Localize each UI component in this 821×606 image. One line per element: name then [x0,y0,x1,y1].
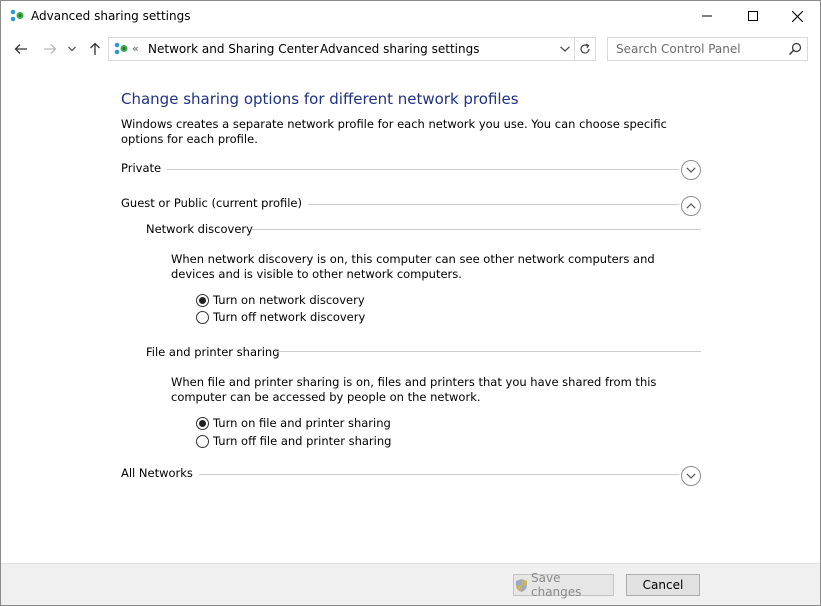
network-sharing-icon [9,8,25,24]
radio-button[interactable] [196,310,209,324]
footer-bar: Save changes Cancel [1,563,820,605]
arrow-right-icon [44,44,57,54]
recent-locations-button[interactable] [64,38,80,60]
page-title: Change sharing options for different net… [121,90,519,108]
search-input[interactable]: Search Control Panel [607,37,808,61]
file-sharing-title: File and printer sharing [146,345,286,359]
page-description: Windows creates a separate network profi… [121,117,667,146]
profile-guest-public-section[interactable]: Guest or Public (current profile) [121,196,701,218]
chevron-up-icon [686,203,696,209]
chevron-down-icon [560,46,570,52]
maximize-button[interactable] [730,1,776,31]
chevron-down-icon [686,167,696,173]
address-bar[interactable]: « Network and Sharing Center › Advanced … [108,37,575,61]
maximize-icon [748,11,758,21]
chevron-down-icon [686,473,696,479]
expand-private-button[interactable] [681,160,701,180]
radio-label[interactable]: Turn on file and printer sharing [213,416,391,430]
minimize-icon [702,15,712,17]
refresh-icon [579,43,590,54]
search-placeholder: Search Control Panel [616,42,741,56]
window: Advanced sharing settings « Network and … [0,0,821,606]
back-button[interactable] [10,38,32,60]
main-content: Change sharing options for different net… [1,67,820,563]
radio-label[interactable]: Turn off file and printer sharing [213,434,391,448]
profile-all-networks-label[interactable]: All Networks [121,466,199,480]
cancel-button[interactable]: Cancel [626,574,700,596]
collapse-guest-public-button[interactable] [681,196,701,216]
divider [291,204,679,205]
up-button[interactable] [84,38,106,60]
network-sharing-icon [113,41,129,57]
search-icon[interactable] [788,42,802,56]
breadcrumb-separator-icon[interactable]: › [306,41,310,54]
divider [252,229,701,230]
breadcrumb-network-and-sharing-center[interactable]: Network and Sharing Center [148,42,319,56]
close-button[interactable] [774,1,820,31]
minimize-button[interactable] [684,1,730,31]
radio-label[interactable]: Turn on network discovery [213,293,365,307]
address-dropdown-button[interactable] [558,41,572,57]
network-discovery-text: When network discovery is on, this compu… [171,252,655,281]
radio-button-checked[interactable] [196,416,209,430]
radio-turn-off-file-sharing[interactable]: Turn off file and printer sharing [196,433,391,449]
navigation-bar: « Network and Sharing Center › Advanced … [1,31,820,67]
radio-button-checked[interactable] [196,293,209,307]
window-title: Advanced sharing settings [31,9,191,23]
expand-all-networks-button[interactable] [681,466,701,486]
chevron-down-icon [68,46,76,52]
close-icon [791,10,803,22]
save-changes-label[interactable]: Save changes [531,571,613,599]
address-overflow-icon[interactable]: « [132,42,139,55]
file-sharing-text: When file and printer sharing is on, fil… [171,375,657,404]
breadcrumb-advanced-sharing-settings[interactable]: Advanced sharing settings [320,42,479,56]
radio-turn-on-file-sharing[interactable]: Turn on file and printer sharing [196,415,391,431]
radio-label[interactable]: Turn off network discovery [213,310,365,324]
profile-private-section[interactable]: Private [121,160,701,183]
profile-private-label[interactable]: Private [121,161,168,175]
arrow-left-icon [14,44,27,54]
divider [161,169,679,170]
profile-all-networks-section[interactable]: All Networks [121,466,701,488]
radio-turn-off-network-discovery[interactable]: Turn off network discovery [196,309,365,325]
uac-shield-icon [514,578,529,593]
divider [275,351,701,352]
arrow-up-icon [90,42,100,55]
refresh-button[interactable] [574,37,596,61]
profile-guest-public-label[interactable]: Guest or Public (current profile) [121,196,308,210]
title-bar: Advanced sharing settings [1,1,820,31]
divider [193,474,679,475]
save-changes-button[interactable]: Save changes [513,571,614,599]
forward-button[interactable] [39,38,61,60]
network-discovery-title: Network discovery [146,222,259,236]
radio-turn-on-network-discovery[interactable]: Turn on network discovery [196,292,365,308]
radio-button[interactable] [196,434,209,448]
